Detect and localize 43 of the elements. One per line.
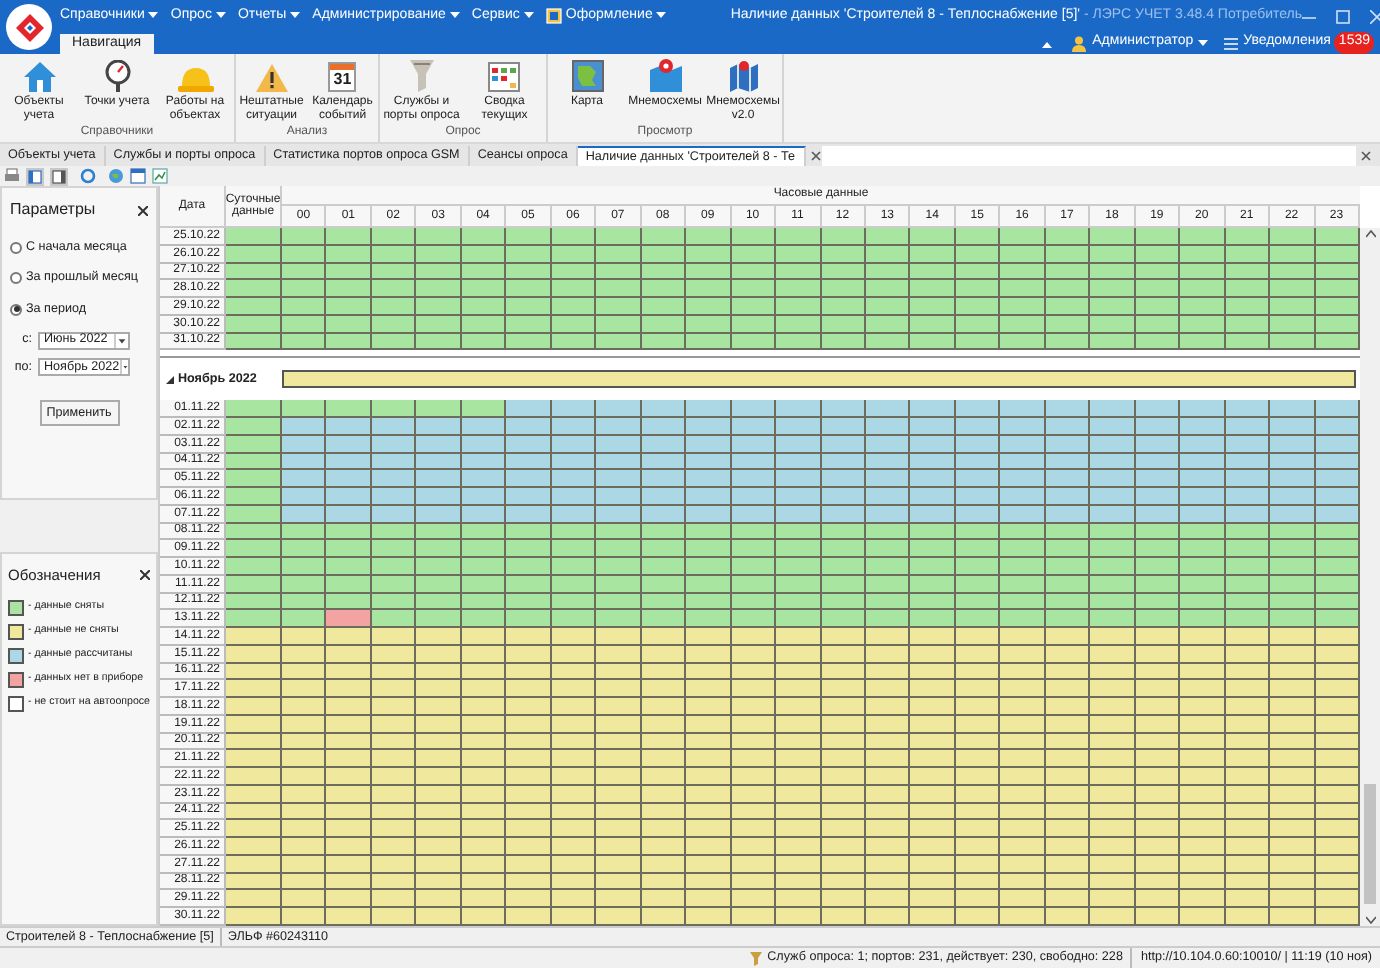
calendar-icon: 31	[328, 62, 357, 92]
dropdown-icon	[119, 359, 128, 374]
funnel-icon	[409, 60, 434, 92]
house-icon	[23, 62, 55, 92]
window-icon[interactable]	[130, 168, 146, 184]
caret-icon	[290, 12, 301, 20]
dropdown-icon	[114, 333, 128, 348]
panel-right-icon[interactable]	[50, 167, 68, 185]
hard-hat-icon	[177, 66, 213, 92]
radio-button[interactable]	[10, 303, 22, 316]
map-icon	[571, 60, 603, 92]
radio-button[interactable]	[10, 272, 22, 285]
vertical-scrollbar[interactable]	[1360, 228, 1380, 926]
close-icon[interactable]	[1360, 150, 1372, 162]
maximize-icon[interactable]	[1336, 9, 1351, 23]
gauge-icon	[103, 60, 131, 92]
close-icon[interactable]	[138, 205, 148, 215]
caret-icon	[215, 12, 226, 20]
caret-icon	[1197, 39, 1208, 47]
caret-icon	[148, 12, 159, 20]
scroll-up-icon[interactable]	[1365, 230, 1375, 238]
funnel-icon	[749, 951, 762, 965]
panel-left-icon[interactable]	[26, 167, 44, 185]
warning-icon	[255, 64, 288, 92]
radio-button[interactable]	[10, 241, 22, 254]
globe-icon[interactable]	[108, 168, 124, 184]
expanded-icon[interactable]	[166, 375, 174, 384]
printer-icon[interactable]	[4, 168, 20, 184]
user-icon	[1072, 35, 1087, 51]
scroll-down-icon[interactable]	[1365, 916, 1375, 924]
palette-icon	[545, 8, 562, 24]
caret-icon	[449, 12, 460, 20]
chart-icon[interactable]	[152, 168, 168, 184]
close-icon[interactable]	[140, 570, 150, 581]
grid-icon	[488, 62, 521, 92]
folded-map-icon	[729, 60, 757, 92]
list-icon	[1223, 37, 1238, 49]
caret-icon	[656, 12, 667, 20]
panel-title: Параметры	[10, 198, 96, 222]
refresh-icon[interactable]	[80, 168, 96, 184]
caret-icon	[523, 12, 534, 20]
collapse-icon[interactable]	[1042, 39, 1053, 47]
close-icon[interactable]	[809, 150, 821, 162]
